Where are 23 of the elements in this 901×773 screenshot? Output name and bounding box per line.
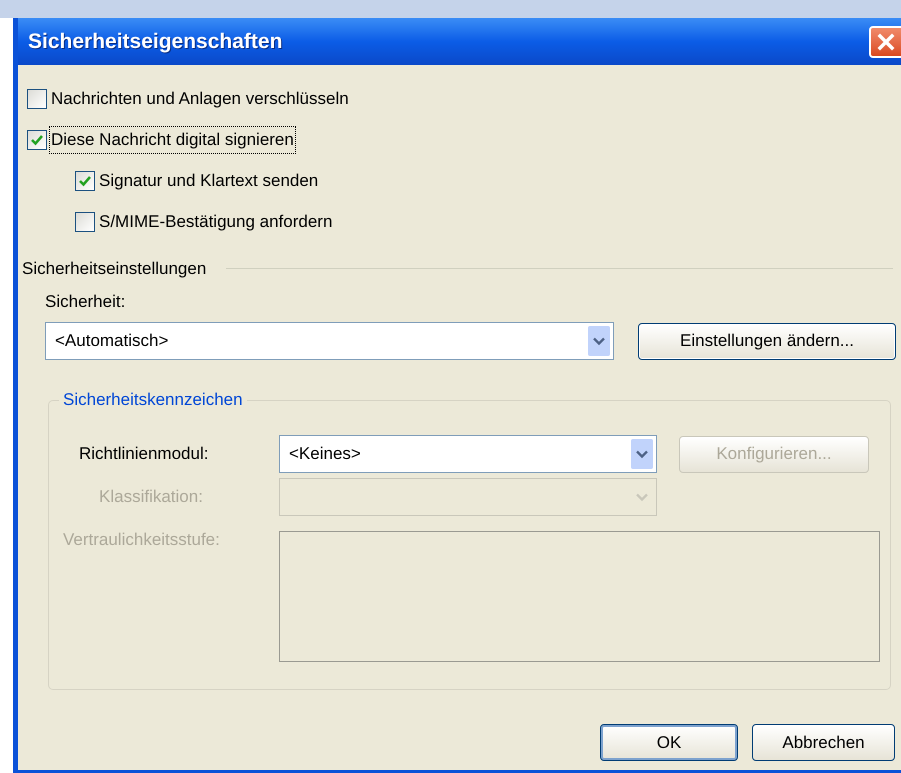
dropdown[interactable]: <Keines> bbox=[279, 435, 657, 473]
checkbox-label[interactable]: Signatur und Klartext senden bbox=[97, 167, 320, 195]
close-button[interactable] bbox=[869, 26, 901, 58]
dialog-button[interactable]: Abbrechen bbox=[752, 724, 895, 761]
checkbox[interactable] bbox=[27, 130, 47, 150]
checkbox-label[interactable]: S/MIME-Bestätigung anfordern bbox=[97, 208, 334, 236]
field-label: Sicherheit: bbox=[45, 290, 126, 312]
field-label: Vertraulichkeitsstufe: bbox=[62, 529, 221, 551]
check-icon bbox=[78, 174, 92, 188]
change-settings-button[interactable]: Einstellungen ändern... bbox=[638, 322, 896, 360]
close-icon bbox=[877, 32, 895, 50]
checkbox[interactable] bbox=[75, 212, 95, 232]
checkbox[interactable] bbox=[27, 89, 47, 109]
section-heading: Sicherheitseinstellungen bbox=[22, 258, 206, 280]
window-title: Sicherheitseigenschaften bbox=[27, 28, 282, 55]
field-label: Richtlinienmodul: bbox=[78, 443, 210, 466]
dialog-button[interactable]: OK bbox=[600, 724, 738, 761]
field-label: Klassifikation: bbox=[98, 486, 204, 508]
checkbox-label[interactable]: Nachrichten und Anlagen verschlüsseln bbox=[49, 85, 351, 113]
dropdown[interactable]: <Automatisch> bbox=[45, 322, 614, 360]
checkbox-label[interactable]: Diese Nachricht digital signieren bbox=[49, 126, 296, 154]
checkbox[interactable] bbox=[75, 171, 95, 191]
check-icon bbox=[30, 133, 44, 147]
